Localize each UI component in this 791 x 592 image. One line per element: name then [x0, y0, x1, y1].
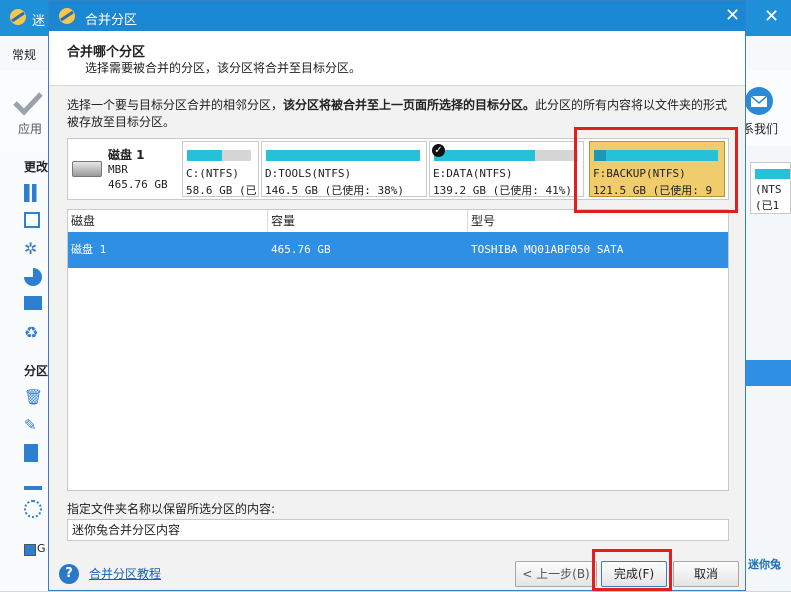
contact-mail-icon[interactable] — [744, 86, 774, 116]
dialog-close-icon[interactable]: ✕ — [725, 5, 740, 26]
help-icon[interactable]: ? — [59, 564, 79, 584]
partition-usage-bar — [594, 150, 718, 161]
partition-usage-bar — [187, 150, 251, 161]
back-button[interactable]: < 上一步(B) — [515, 561, 597, 587]
partition-label: D:TOOLS(NTFS) — [265, 167, 352, 180]
partition-usage-bar — [434, 150, 578, 161]
right-partition-tile: (NTS (已1 — [750, 162, 791, 214]
table-cell-model: TOSHIBA MQ01ABF050 SATA — [471, 243, 624, 256]
sidebar-explore-icon[interactable] — [24, 500, 42, 518]
partition-tile-f[interactable]: F:BACKUP(NTFS) 121.5 GB (已使用: 9 — [589, 141, 725, 197]
partition-label: C:(NTFS) — [186, 167, 239, 180]
dialog-logo-icon — [59, 8, 75, 24]
header-subtitle: 选择需要被合并的分区，该分区将合并至目标分区。 — [85, 61, 362, 75]
partition-usage-fill — [187, 150, 223, 161]
contact-us-label[interactable]: 系我们 — [742, 120, 778, 137]
app-title: 迷 — [32, 14, 46, 29]
partition-tile-d[interactable]: D:TOOLS(NTFS) 146.5 GB (已使用: 38%) — [261, 141, 427, 197]
right-selected-row — [746, 360, 791, 386]
instruction-part1: 选择一个要与目标分区合并的相邻分区， — [67, 98, 284, 112]
partition-usage-bar — [266, 150, 420, 161]
finish-button[interactable]: 完成(F) — [601, 561, 667, 587]
dialog-title: 合并分区 — [85, 13, 138, 28]
merge-tutorial-link[interactable]: 合并分区教程 — [89, 565, 161, 582]
table-cell-disk: 磁盘 1 — [71, 243, 107, 256]
partition-label: E:DATA(NTFS) — [433, 167, 513, 180]
partition-tile-e[interactable]: ✓ E:DATA(NTFS) 139.2 GB (已使用: 41%) — [429, 141, 584, 197]
partition-usage-fill — [434, 150, 535, 161]
legend-swatch — [24, 544, 36, 556]
right-partition-text1: (NTS — [755, 183, 782, 196]
sidebar-move-icon[interactable] — [24, 212, 40, 228]
dialog-footer: ? 合并分区教程 < 上一步(B) 完成(F) 取消 — [49, 553, 745, 592]
sidebar-edit-icon[interactable]: ✎ — [24, 416, 42, 434]
partition-info: 58.6 GB (已 — [186, 184, 257, 197]
table-header: 磁盘 容量 型号 — [68, 210, 728, 233]
sidebar-delete-icon[interactable]: 🗑 — [24, 388, 43, 406]
sidebar-format-icon[interactable] — [24, 472, 42, 490]
right-brand-text: 迷你兔 — [748, 558, 781, 571]
check-icon: ✓ — [432, 144, 445, 157]
dialog-titlebar — [49, 1, 745, 31]
dialog-header: 合并哪个分区 选择需要被合并的分区，该分区将合并至目标分区。 — [49, 31, 745, 86]
merge-partition-dialog: 合并分区 ✕ 合并哪个分区 选择需要被合并的分区，该分区将合并至目标分区。 选择… — [48, 0, 746, 591]
partition-usage-fill — [266, 150, 420, 161]
partition-info: 146.5 GB (已使用: 38%) — [265, 184, 404, 197]
legend-label: G — [37, 542, 46, 555]
partition-info: 121.5 GB (已使用: 9 — [593, 184, 713, 197]
column-header-disk[interactable]: 磁盘 — [68, 210, 268, 232]
folder-name-label: 指定文件夹名称以保留所选分区的内容: — [67, 502, 276, 516]
sidebar-align-icon[interactable] — [24, 296, 42, 310]
disk-name: 磁盘 1 — [108, 148, 145, 162]
app-close-icon[interactable]: ✕ — [764, 6, 779, 27]
app-logo-icon — [10, 9, 26, 25]
instruction-text: 选择一个要与目标分区合并的相邻分区，该分区将被合并至上一页面所选择的目标分区。此… — [67, 97, 733, 131]
disk-size: 465.76 GB — [108, 178, 168, 191]
sidebar-recover-icon[interactable]: ♻ — [24, 324, 42, 342]
instruction-bold: 该分区将被合并至上一页面所选择的目标分区。 — [283, 98, 536, 112]
partition-info: 139.2 GB (已使用: 41%) — [433, 184, 572, 197]
table-cell-capacity: 465.76 GB — [271, 243, 331, 256]
header-title: 合并哪个分区 — [67, 45, 146, 60]
right-partition-text2: (已1 — [755, 199, 780, 212]
disk-map: 磁盘 1 MBR 465.76 GB C:(NTFS) 58.6 GB (已 D… — [67, 138, 729, 200]
sidebar-pie-icon[interactable] — [24, 268, 42, 286]
partition-label: F:BACKUP(NTFS) — [593, 167, 686, 180]
folder-name-input[interactable]: 迷你兔合并分区内容 — [67, 519, 729, 541]
disk-type: MBR — [108, 163, 128, 176]
column-header-model[interactable]: 型号 — [468, 210, 728, 232]
disk-info[interactable]: 磁盘 1 MBR 465.76 GB — [68, 139, 180, 199]
cancel-button[interactable]: 取消 — [673, 561, 739, 587]
apply-check-icon[interactable] — [12, 90, 44, 116]
table-row[interactable]: 磁盘 1 465.76 GB TOSHIBA MQ01ABF050 SATA — [68, 232, 728, 268]
partition-usage-fill — [594, 150, 607, 161]
sidebar-split-icon[interactable]: ✲ — [24, 240, 42, 258]
menu-general[interactable]: 常规 — [12, 46, 36, 63]
partition-tile-c[interactable]: C:(NTFS) 58.6 GB (已 — [182, 141, 259, 197]
sidebar-adjust-icon[interactable] — [24, 184, 42, 202]
hard-disk-icon — [72, 161, 102, 177]
disk-table: 磁盘 容量 型号 磁盘 1 465.76 GB TOSHIBA MQ01ABF0… — [67, 209, 729, 491]
column-header-capacity[interactable]: 容量 — [268, 210, 468, 232]
sidebar-section-change: 更改 — [24, 160, 49, 174]
sidebar-copy-icon[interactable] — [24, 444, 38, 462]
sidebar-section-partition: 分区 — [24, 364, 49, 378]
apply-button-label[interactable]: 应用 — [18, 120, 42, 137]
